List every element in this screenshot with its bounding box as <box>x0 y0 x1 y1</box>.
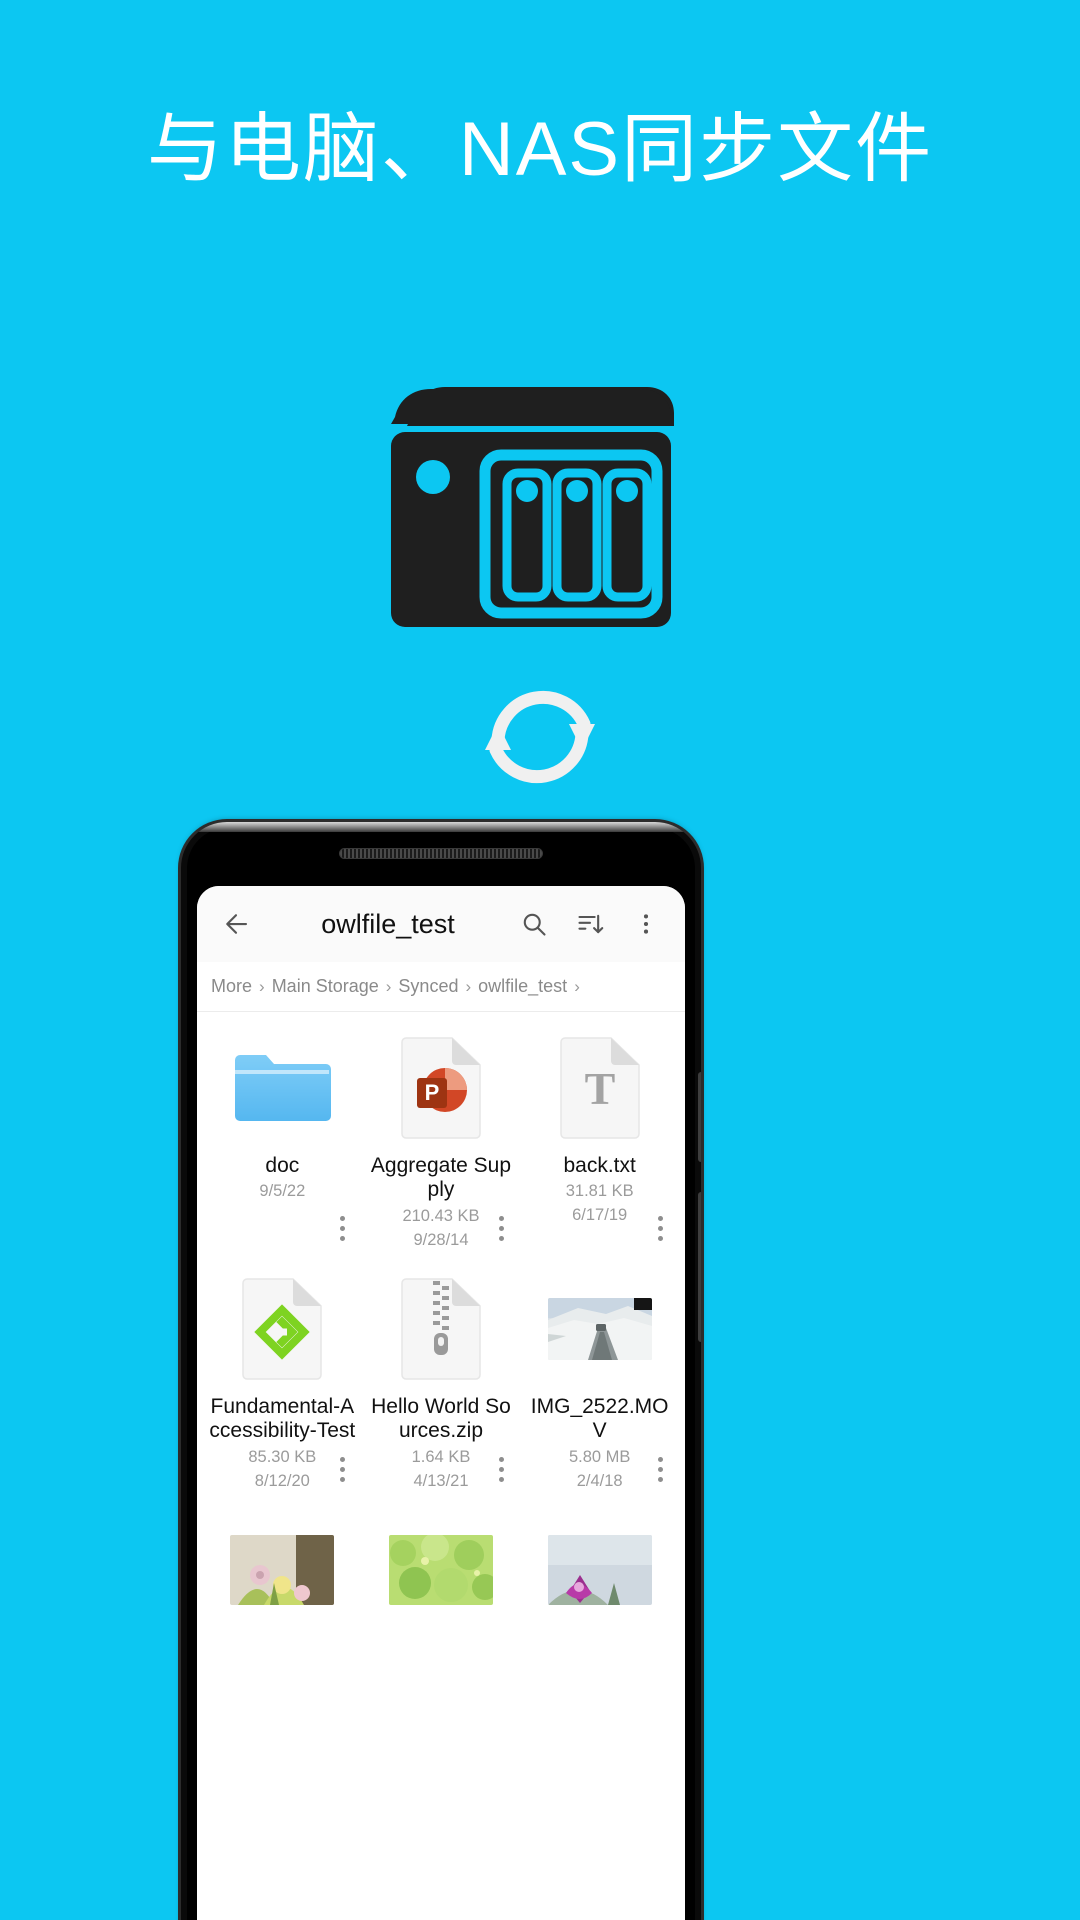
search-button[interactable] <box>511 901 557 947</box>
promo-page: 与电脑、NAS同步文件 owlfile_test More › Main Sto… <box>0 0 1080 1920</box>
text-file-icon: T <box>548 1036 652 1140</box>
epub-file-icon <box>230 1277 334 1381</box>
arrow-left-icon <box>226 914 248 934</box>
breadcrumb[interactable]: More › Main Storage › Synced › owlfile_t… <box>197 962 685 1012</box>
file-overflow-menu-button[interactable] <box>647 1213 673 1245</box>
phone-volume-button <box>698 1072 701 1162</box>
file-date: 9/5/22 <box>259 1182 306 1201</box>
breadcrumb-separator: › <box>465 976 472 996</box>
sort-button[interactable] <box>567 901 613 947</box>
file-date: 8/12/20 <box>254 1471 310 1490</box>
sort-descending-icon <box>578 914 604 934</box>
breadcrumb-item-owlfile-test[interactable]: owlfile_test <box>478 976 567 997</box>
file-date: 4/13/21 <box>413 1471 469 1490</box>
more-vertical-icon <box>643 914 649 934</box>
file-size: 1.64 KB <box>411 1447 471 1466</box>
breadcrumb-separator: › <box>385 976 392 996</box>
file-size: 85.30 KB <box>248 1447 317 1466</box>
svg-text:T: T <box>584 1063 615 1114</box>
file-item-doc[interactable]: doc 9/5/22 <box>203 1022 362 1261</box>
file-name: IMG_2522.MOV <box>530 1394 669 1443</box>
page-title-text: owlfile_test <box>321 908 455 939</box>
svg-text:P: P <box>425 1080 440 1105</box>
sync-circular-arrows-icon <box>470 672 610 802</box>
file-item-fundamental-accessibility-test[interactable]: Fundamental-Accessibility-Test 85.30 KB … <box>203 1263 362 1502</box>
overflow-menu-button[interactable] <box>623 901 669 947</box>
file-name: Fundamental-Accessibility-Test <box>209 1394 356 1443</box>
file-grid: doc 9/5/22 P Aggregate Supply 210.43 KB … <box>197 1012 685 1646</box>
file-overflow-menu-button[interactable] <box>330 1454 356 1486</box>
app-toolbar: owlfile_test <box>197 886 685 962</box>
app-screen: owlfile_test More › Main Storage › Synce… <box>197 886 685 1920</box>
file-date: 6/17/19 <box>572 1206 628 1225</box>
back-button[interactable] <box>213 901 259 947</box>
phone-power-button <box>698 1192 701 1342</box>
file-size: 31.81 KB <box>565 1182 634 1201</box>
powerpoint-file-icon: P <box>389 1036 493 1140</box>
file-item-hello-world-sources-zip[interactable]: Hello World Sources.zip 1.64 KB 4/13/21 <box>362 1263 521 1502</box>
file-size: 210.43 KB <box>402 1206 480 1225</box>
file-item-img-2522-mov[interactable]: IMG_2522.MOV 5.80 MB 2/4/18 <box>520 1263 679 1502</box>
breadcrumb-item-main-storage[interactable]: Main Storage <box>272 976 379 997</box>
file-overflow-menu-button[interactable] <box>488 1454 514 1486</box>
phone-earpiece-speaker <box>339 848 543 859</box>
file-item-photo-purple-flower[interactable] <box>520 1504 679 1646</box>
photo-thumbnail-purpleflower <box>547 1518 652 1622</box>
file-item-photo-flowers[interactable] <box>203 1504 362 1646</box>
folder-icon <box>230 1036 334 1140</box>
breadcrumb-separator: › <box>259 976 265 996</box>
file-name: Hello World Sources.zip <box>371 1394 511 1443</box>
nas-server-icon <box>385 325 695 635</box>
file-overflow-menu-button[interactable] <box>488 1213 514 1245</box>
file-overflow-menu-button[interactable] <box>647 1454 673 1486</box>
file-item-back-txt[interactable]: T back.txt 31.81 KB 6/17/19 <box>520 1022 679 1261</box>
search-icon <box>523 913 546 936</box>
file-overflow-menu-button[interactable] <box>330 1213 356 1245</box>
file-name: Aggregate Supply <box>370 1154 512 1202</box>
phone-mockup: owlfile_test More › Main Storage › Synce… <box>181 822 701 1920</box>
file-item-aggregate-supply[interactable]: P Aggregate Supply 210.43 KB 9/28/14 <box>362 1022 521 1261</box>
file-size: 5.80 MB <box>568 1447 631 1466</box>
file-date: 9/28/14 <box>413 1230 469 1249</box>
photo-thumbnail-flowers <box>230 1518 335 1622</box>
video-thumbnail <box>547 1277 652 1381</box>
photo-thumbnail-greenleaves <box>388 1518 493 1622</box>
breadcrumb-item-synced[interactable]: Synced <box>398 976 458 997</box>
zip-file-icon <box>389 1277 493 1381</box>
page-title: 与电脑、NAS同步文件 <box>146 107 934 192</box>
file-name: back.txt <box>563 1154 636 1177</box>
file-name: doc <box>265 1154 300 1177</box>
file-date: 2/4/18 <box>576 1471 623 1490</box>
toolbar-actions <box>511 901 669 947</box>
breadcrumb-item-more[interactable]: More <box>211 976 252 997</box>
file-item-photo-green-leaves[interactable] <box>362 1504 521 1646</box>
breadcrumb-separator: › <box>574 976 580 996</box>
